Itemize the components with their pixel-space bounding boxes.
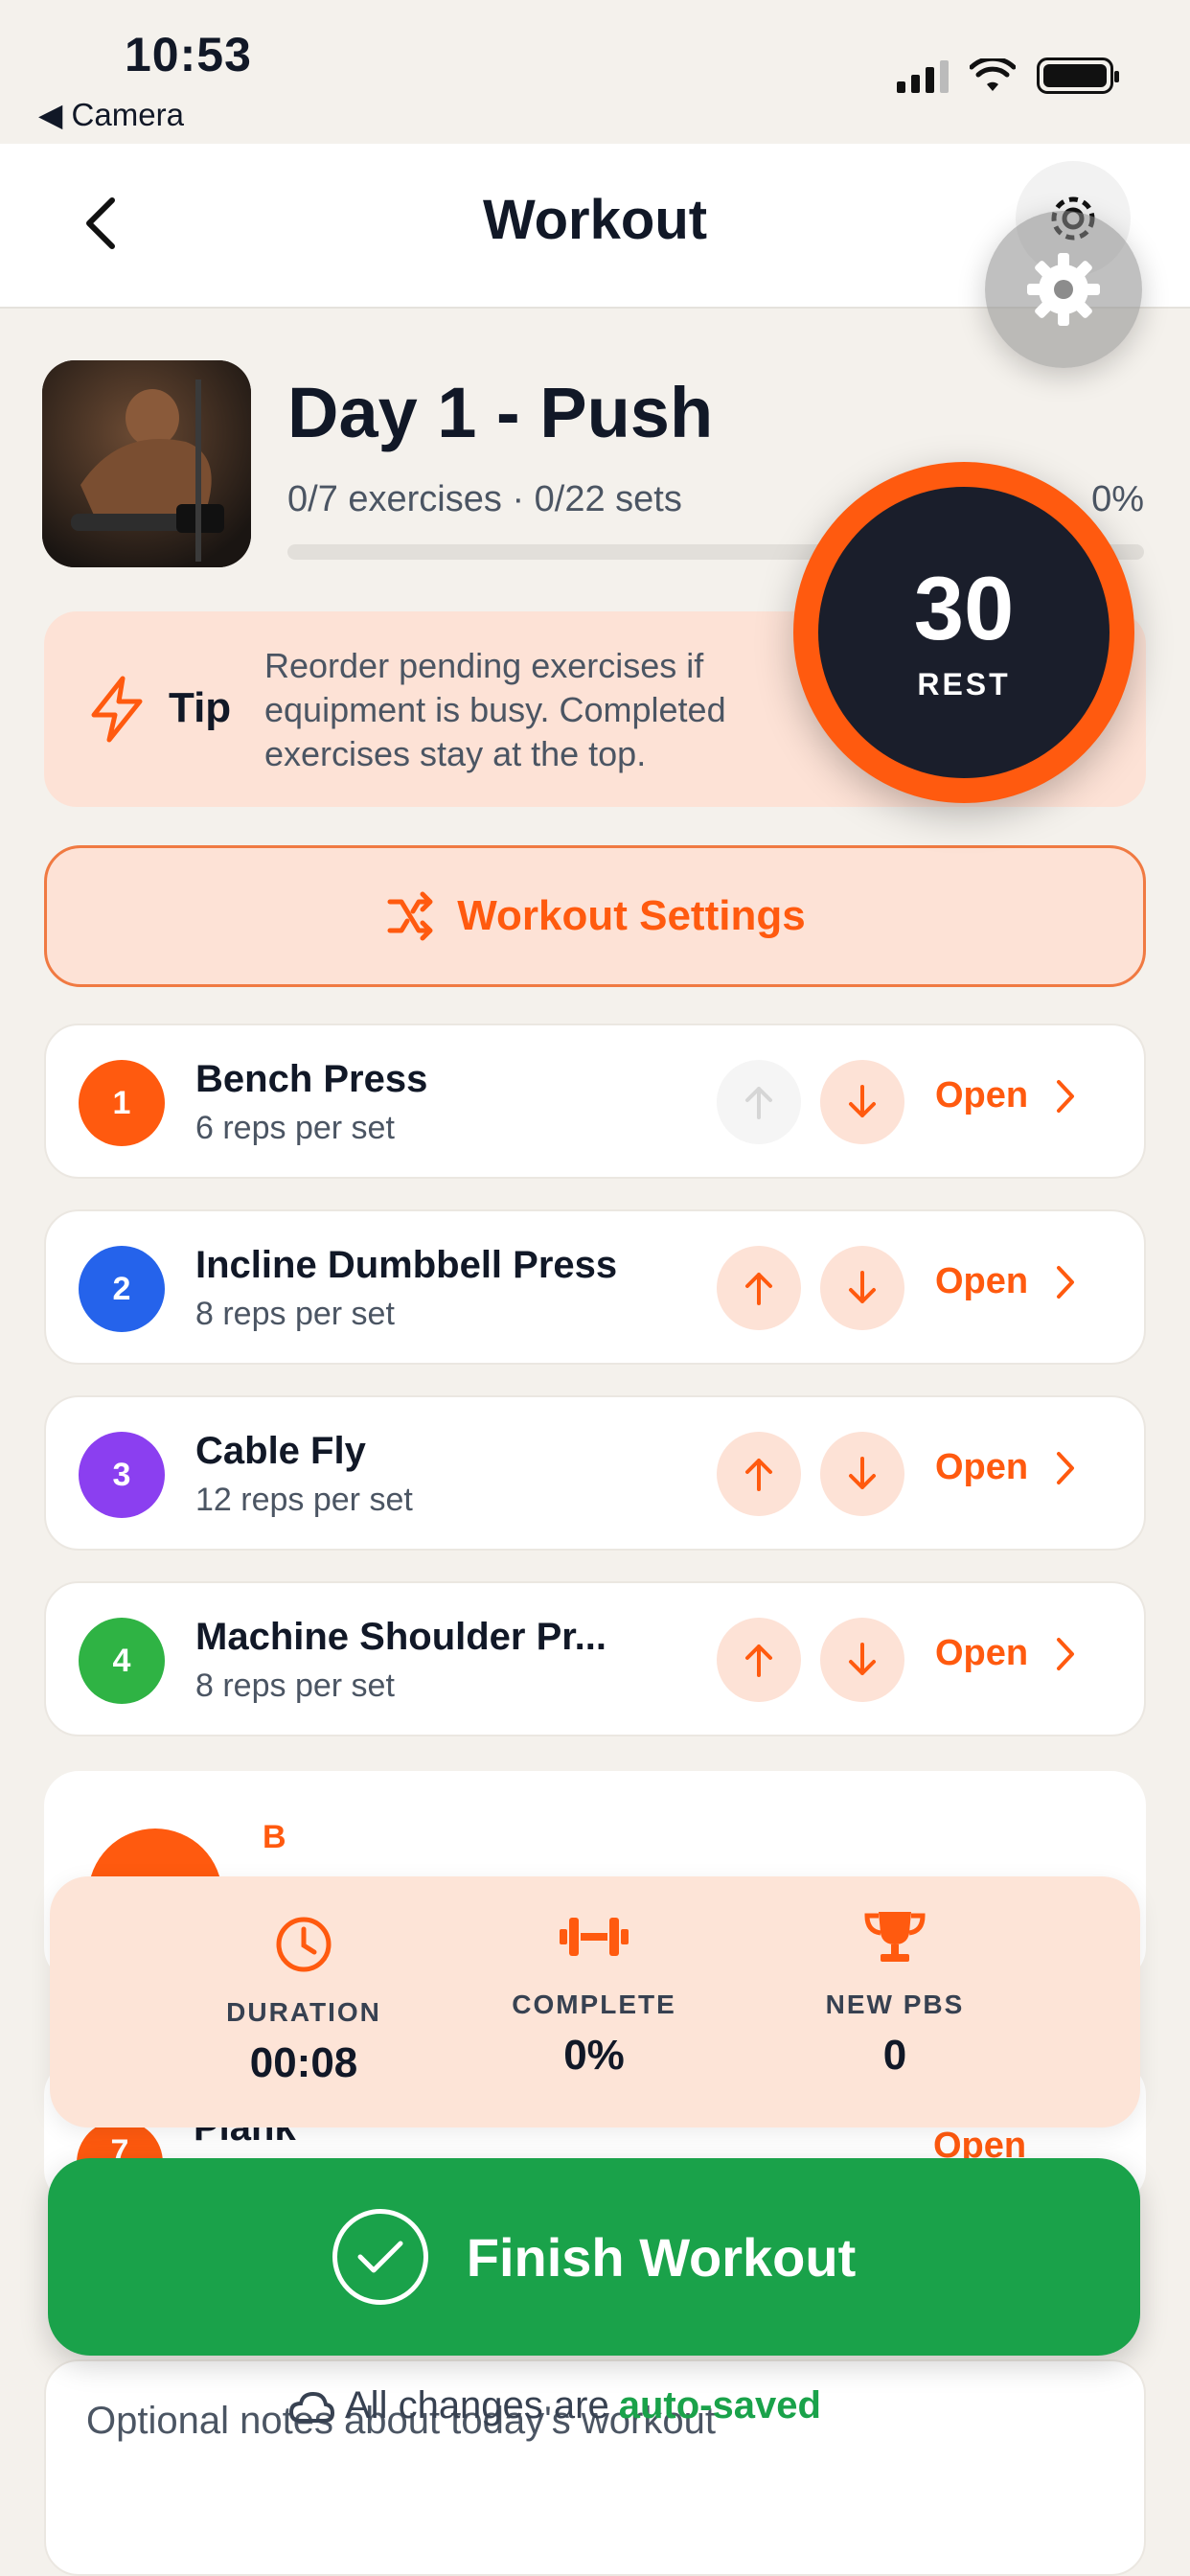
status-bar: 10:53 ◀ Camera: [0, 0, 1190, 144]
arrow-down-icon: [849, 1643, 876, 1675]
move-down-button[interactable]: [820, 1060, 904, 1144]
tip-text: Reorder pending exercises if equipment i…: [264, 646, 726, 773]
rest-timer-button[interactable]: 30 REST: [793, 462, 1134, 803]
exercise-reps: 8 reps per set: [195, 1296, 395, 1332]
cellular-signal-icon: [897, 58, 949, 93]
move-up-button[interactable]: [717, 1246, 801, 1330]
move-down-button[interactable]: [820, 1432, 904, 1516]
stat-label: NEW PBS: [825, 1990, 965, 2019]
move-up-button[interactable]: [717, 1618, 801, 1702]
exercise-number-badge: 2: [79, 1246, 165, 1332]
exercise-reps: 8 reps per set: [195, 1668, 395, 1704]
open-label: Open: [935, 1075, 1029, 1116]
exercise-number-badge: 4: [79, 1618, 165, 1704]
lightning-icon: [91, 676, 143, 743]
floating-settings-button[interactable]: [985, 211, 1142, 368]
workout-settings-button[interactable]: Workout Settings: [44, 845, 1146, 987]
back-to-camera-link[interactable]: ◀ Camera: [38, 96, 184, 133]
exercise-number-badge: 3: [79, 1432, 165, 1518]
arrow-down-icon: [849, 1271, 876, 1303]
rest-label: REST: [917, 666, 1011, 702]
stat-duration: DURATION 00:08: [150, 1913, 457, 2087]
gear-icon: [1027, 253, 1100, 326]
finish-workout-label: Finish Workout: [466, 2226, 857, 2288]
open-exercise-button[interactable]: Open: [935, 1075, 1076, 1116]
open-exercise-button[interactable]: Open: [935, 1633, 1076, 1674]
move-down-button[interactable]: [820, 1246, 904, 1330]
exercise-reps: 6 reps per set: [195, 1110, 395, 1146]
stat-label: DURATION: [226, 1997, 381, 2027]
finish-workout-button[interactable]: Finish Workout: [48, 2158, 1140, 2356]
exercise-reps: 12 reps per set: [195, 1482, 413, 1518]
move-up-button[interactable]: [717, 1060, 801, 1144]
rest-timer-face: 30 REST: [818, 487, 1110, 778]
stat-label: COMPLETE: [512, 1990, 676, 2019]
chevron-right-icon: [1057, 1265, 1075, 1299]
cloud-icon: [288, 2391, 335, 2423]
chevron-right-icon: [1057, 1079, 1075, 1113]
arrow-down-icon: [849, 1085, 876, 1117]
stat-new-pbs: NEW PBS 0: [742, 1905, 1048, 2080]
stat-complete: COMPLETE 0%: [441, 1905, 747, 2080]
battery-icon: [1037, 58, 1119, 94]
chevron-right-icon: [1057, 1637, 1075, 1670]
status-time: 10:53: [125, 28, 252, 81]
workout-stats-panel: DURATION 00:08 COMPLETE 0% NEW PBS 0: [50, 1876, 1140, 2128]
arrow-up-icon: [745, 1459, 772, 1491]
exercise-group-letter: B: [263, 1819, 286, 1855]
status-icons: [897, 58, 1119, 94]
exercise-number-badge: 1: [79, 1060, 165, 1146]
exercise-name: Machine Shoulder Pr...: [195, 1616, 606, 1658]
check-circle-icon: [332, 2209, 428, 2305]
chevron-right-icon: [1057, 1451, 1075, 1484]
open-exercise-button[interactable]: Open: [935, 1261, 1076, 1302]
exercise-card[interactable]: 3 Cable Fly 12 reps per set Open: [44, 1395, 1146, 1551]
exercise-card[interactable]: 2 Incline Dumbbell Press 8 reps per set …: [44, 1209, 1146, 1365]
exercise-card[interactable]: 4 Machine Shoulder Pr... 8 reps per set …: [44, 1581, 1146, 1736]
arrow-down-icon: [849, 1457, 876, 1489]
tip-label: Tip: [169, 684, 232, 731]
open-exercise-button[interactable]: Open: [935, 1447, 1076, 1488]
clock-icon: [276, 1917, 332, 1972]
exercise-name: Cable Fly: [195, 1430, 366, 1472]
autosave-highlight: auto-saved: [618, 2384, 821, 2426]
workout-title: Day 1 - Push: [287, 373, 714, 452]
arrow-up-icon: [745, 1273, 772, 1305]
open-label: Open: [935, 1261, 1029, 1301]
exercise-name: Incline Dumbbell Press: [195, 1244, 618, 1286]
workout-thumbnail: [42, 360, 251, 567]
stat-value: 0: [882, 2032, 907, 2079]
shuffle-icon: [387, 891, 433, 941]
autosave-prefix: All changes are: [345, 2384, 609, 2426]
autosave-status: All changes are auto-saved: [287, 2384, 821, 2427]
move-down-button[interactable]: [820, 1618, 904, 1702]
arrow-up-icon: [745, 1644, 772, 1677]
trophy-icon: [864, 1912, 926, 1962]
dumbbell-icon: [560, 1918, 629, 1956]
open-label: Open: [935, 1447, 1029, 1487]
workout-settings-label: Workout Settings: [457, 892, 806, 939]
wifi-icon: [970, 58, 1016, 91]
exercise-card[interactable]: 1 Bench Press 6 reps per set Open: [44, 1024, 1146, 1179]
open-label: Open: [935, 1633, 1029, 1673]
exercise-name: Bench Press: [195, 1058, 428, 1100]
move-up-button[interactable]: [717, 1432, 801, 1516]
rest-seconds: 30: [913, 557, 1015, 658]
stat-value: 00:08: [249, 2039, 358, 2086]
workout-progress-meta: 0/7 exercises · 0/22 sets: [287, 479, 682, 519]
workout-progress-percent: 0%: [1091, 479, 1144, 519]
stat-value: 0%: [563, 2032, 625, 2079]
arrow-up-icon: [745, 1087, 772, 1119]
